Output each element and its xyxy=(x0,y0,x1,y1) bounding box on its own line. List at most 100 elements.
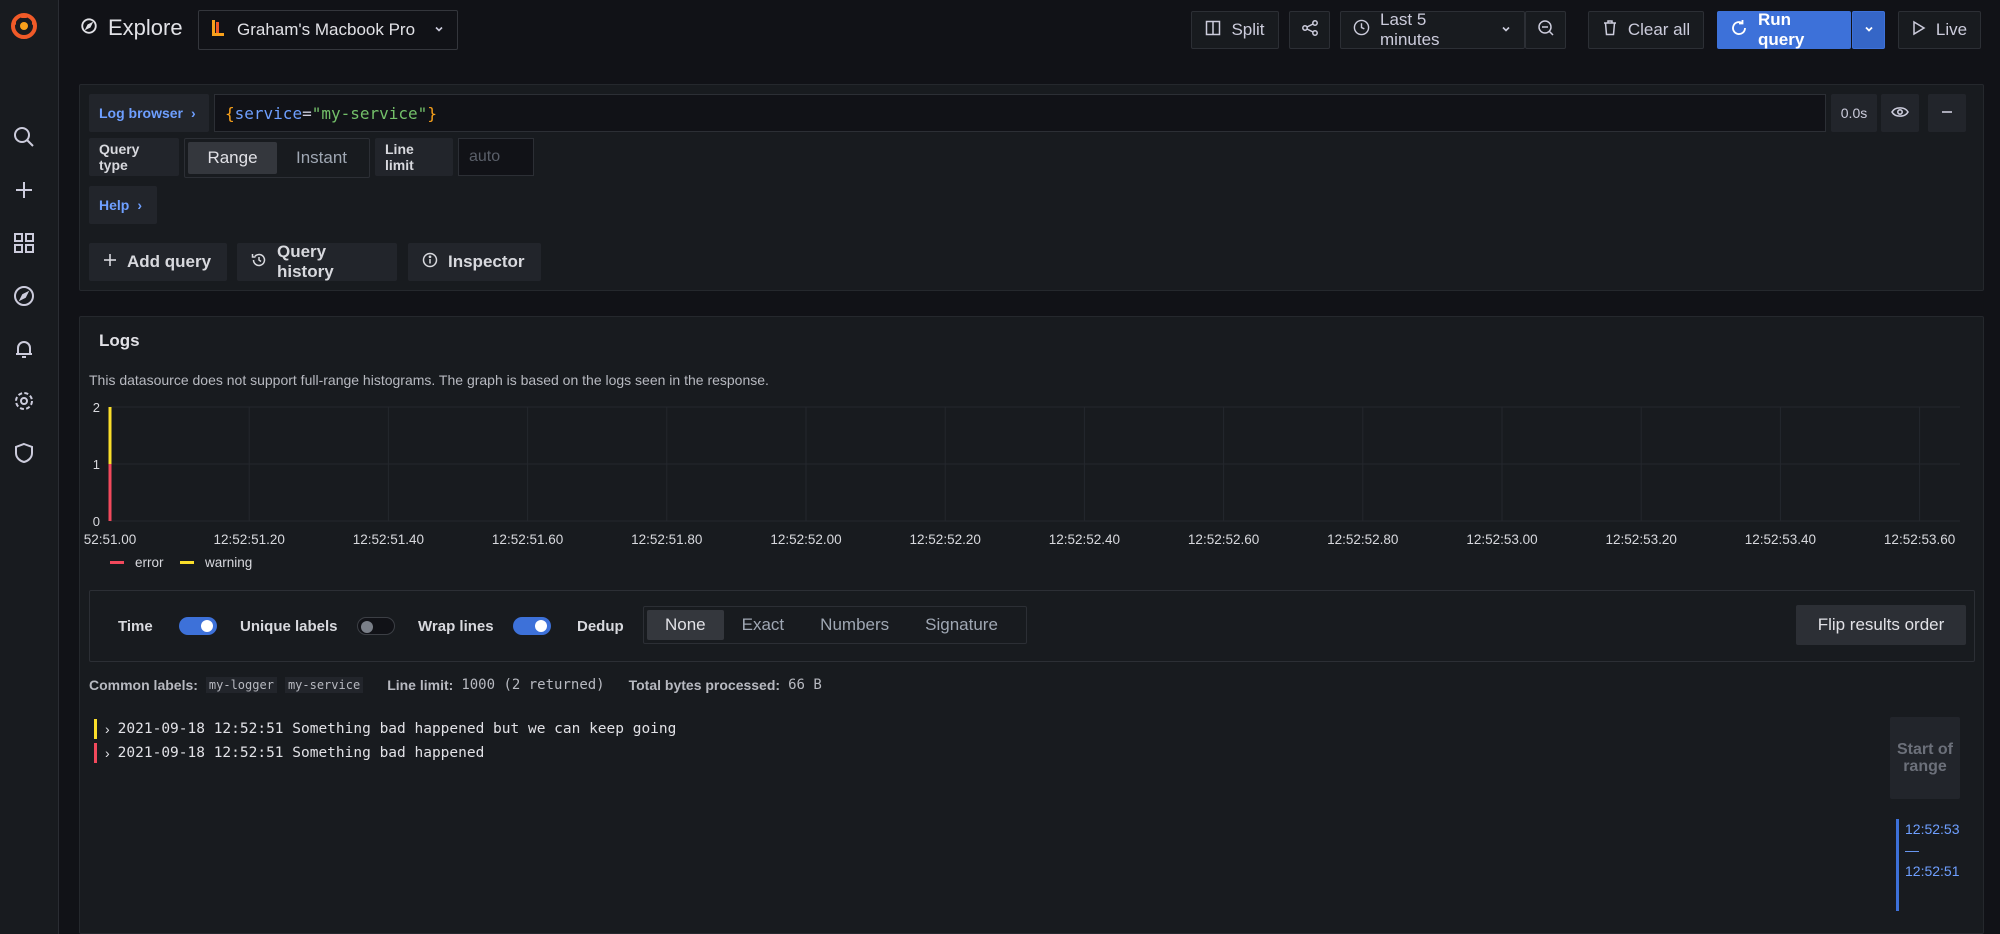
chevron-right-icon: › xyxy=(105,745,110,761)
unique-labels-toggle[interactable] xyxy=(357,617,395,635)
eye-icon xyxy=(1891,105,1909,122)
time-range-label: Last 5 minutes xyxy=(1380,10,1440,49)
dedup-none[interactable]: None xyxy=(647,610,724,640)
log-row[interactable]: › 2021-09-18 12:52:51 Something bad happ… xyxy=(94,719,676,739)
range-from: 12:52:53 xyxy=(1905,821,1960,837)
bytes-processed-value: 66 B xyxy=(788,677,822,693)
run-query-button[interactable]: Run query xyxy=(1717,10,1851,49)
datasource-name: Graham's Macbook Pro xyxy=(237,20,416,39)
log-browser-button[interactable]: Log browser › xyxy=(89,94,209,132)
dedup-signature[interactable]: Signature xyxy=(907,610,1016,640)
chevron-right-icon: › xyxy=(137,197,143,213)
log-line-text: 2021-09-18 12:52:51 Something bad happen… xyxy=(117,721,677,737)
compass-icon[interactable] xyxy=(9,281,39,311)
unique-labels-toggle-label: Unique labels xyxy=(240,618,338,635)
logs-title: Logs xyxy=(99,331,140,350)
bytes-processed-key: Total bytes processed: xyxy=(628,677,781,693)
dedup-label: Dedup xyxy=(577,618,624,635)
bar-error xyxy=(108,464,112,521)
x-tick-label: 12:52:51.60 xyxy=(492,532,563,547)
columns-icon xyxy=(1205,20,1221,41)
x-tick-label: 12:52:52.00 xyxy=(770,532,841,547)
history-icon xyxy=(251,252,267,273)
log-level-indicator xyxy=(94,743,97,763)
expr-brace-close: } xyxy=(427,103,437,123)
line-limit-key: Line limit: xyxy=(387,677,454,693)
live-button[interactable]: Live xyxy=(1898,11,1981,49)
zoom-out-button[interactable] xyxy=(1525,11,1566,49)
x-tick-label: 12:52:52.40 xyxy=(1049,532,1120,547)
log-line-text: 2021-09-18 12:52:51 Something bad happen… xyxy=(117,745,485,761)
log-options-bar: Time Unique labels Wrap lines Dedup None… xyxy=(89,590,1975,662)
common-labels-key: Common labels: xyxy=(89,677,198,693)
log-row[interactable]: › 2021-09-18 12:52:51 Something bad happ… xyxy=(94,743,484,763)
search-icon[interactable] xyxy=(9,122,39,152)
log-range-marker[interactable]: 12:52:53 — 12:52:51 xyxy=(1896,819,1966,911)
hide-query-button[interactable] xyxy=(1881,94,1919,132)
refresh-icon xyxy=(1730,19,1748,42)
run-query-options-button[interactable] xyxy=(1852,11,1885,49)
toggle-knob xyxy=(361,621,373,633)
range-to: 12:52:51 xyxy=(1905,863,1960,879)
inspector-button[interactable]: Inspector xyxy=(408,243,541,281)
query-type-instant[interactable]: Instant xyxy=(277,142,366,174)
page-title-text: Explore xyxy=(108,15,183,40)
start-of-range-label: Start of range xyxy=(1897,741,1953,775)
x-tick-label: 12:52:52.80 xyxy=(1327,532,1398,547)
chevron-down-icon xyxy=(1500,20,1512,40)
legend-label-warning: warning xyxy=(204,555,252,570)
time-toggle-label: Time xyxy=(118,618,153,635)
share-button[interactable] xyxy=(1289,11,1330,49)
add-query-button[interactable]: Add query xyxy=(89,243,227,281)
x-tick-label: 12:52:53.60 xyxy=(1884,532,1955,547)
query-duration-value: 0.0s xyxy=(1840,105,1868,121)
chevron-right-icon: › xyxy=(105,721,110,737)
time-range-picker[interactable]: Last 5 minutes xyxy=(1340,10,1525,49)
datasource-picker[interactable]: Graham's Macbook Pro xyxy=(198,10,458,50)
query-type-label: Query type xyxy=(89,138,179,176)
shield-icon[interactable] xyxy=(9,438,39,468)
remove-query-button[interactable] xyxy=(1928,94,1966,132)
sidebar xyxy=(0,0,59,934)
common-label-chip: my-logger xyxy=(205,677,277,693)
bell-icon[interactable] xyxy=(9,334,39,364)
start-of-range-button[interactable]: Start of range xyxy=(1890,717,1960,799)
bar-warning xyxy=(108,407,112,464)
dedup-exact[interactable]: Exact xyxy=(724,610,803,640)
query-type-range[interactable]: Range xyxy=(188,142,277,174)
dedup-numbers[interactable]: Numbers xyxy=(802,610,907,640)
x-tick-label: 12:52:53.20 xyxy=(1606,532,1677,547)
x-tick-label: 12:52:51.40 xyxy=(353,532,424,547)
x-tick-label: 12:52:51.80 xyxy=(631,532,702,547)
gear-icon[interactable] xyxy=(9,386,39,416)
plus-icon[interactable] xyxy=(9,175,39,205)
clear-all-button[interactable]: Clear all xyxy=(1588,11,1704,49)
live-label: Live xyxy=(1935,20,1968,39)
dashboards-icon[interactable] xyxy=(9,228,39,258)
help-button[interactable]: Help › xyxy=(89,186,157,224)
wrap-lines-toggle[interactable] xyxy=(513,617,551,635)
line-limit-input[interactable]: auto xyxy=(458,138,534,176)
expr-label-key: service xyxy=(234,103,303,123)
flip-results-order-button[interactable]: Flip results order xyxy=(1796,605,1966,645)
split-button[interactable]: Split xyxy=(1191,11,1279,49)
legend-swatch-error xyxy=(110,561,124,564)
time-toggle[interactable] xyxy=(179,617,217,635)
x-tick-label: 12:52:53.00 xyxy=(1466,532,1537,547)
trash-icon xyxy=(1602,19,1618,41)
log-level-indicator xyxy=(94,719,97,739)
query-expression-input[interactable]: { service = "my-service" } xyxy=(214,94,1826,132)
x-tick-label: 12:52:51.20 xyxy=(214,532,285,547)
play-icon xyxy=(1912,20,1926,41)
inspector-label: Inspector xyxy=(448,252,525,271)
y-tick-label: 1 xyxy=(93,457,100,472)
grafana-logo-icon[interactable] xyxy=(8,10,40,42)
query-editor-panel: Log browser › { service = "my-service" }… xyxy=(79,84,1984,291)
logs-meta-row: Common labels: my-logger my-service Line… xyxy=(89,677,822,693)
toggle-knob xyxy=(201,620,213,632)
help-label: Help xyxy=(99,197,130,213)
query-duration: 0.0s xyxy=(1831,94,1877,132)
query-history-button[interactable]: Query history xyxy=(237,242,397,281)
chevron-down-icon xyxy=(433,20,445,40)
query-type-radio-group: Range Instant xyxy=(184,138,370,178)
